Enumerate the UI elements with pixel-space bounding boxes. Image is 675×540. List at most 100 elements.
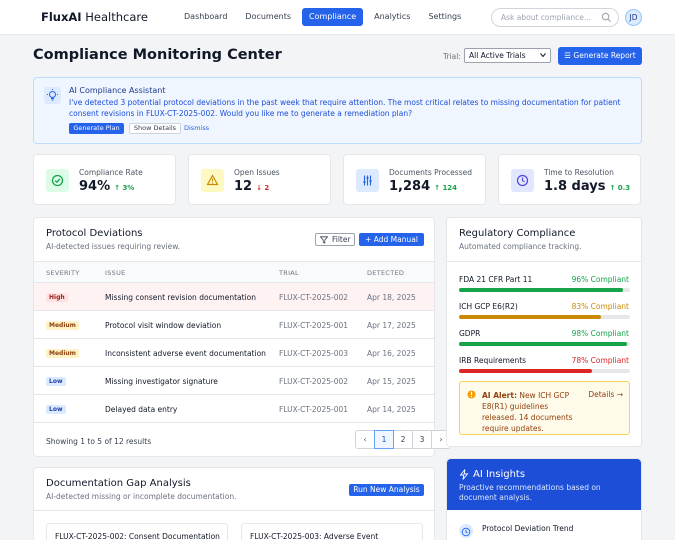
insights-title: AI Insights bbox=[473, 469, 526, 480]
regulation-name: FDA 21 CFR Part 11 bbox=[459, 275, 533, 284]
trial-cell: FLUX-CT-2025-003 bbox=[279, 349, 349, 358]
lightbulb-icon bbox=[44, 87, 61, 104]
severity-badge: High bbox=[46, 293, 68, 302]
page-button-2[interactable]: 2 bbox=[393, 430, 413, 449]
regulation-name: ICH GCP E6(R2) bbox=[459, 302, 518, 311]
divider bbox=[447, 261, 641, 262]
dismiss-link[interactable]: Dismiss bbox=[184, 124, 209, 132]
insight-title[interactable]: Protocol Deviation Trend bbox=[482, 524, 573, 533]
trial-select[interactable]: All Active Trials bbox=[464, 48, 551, 63]
nav-dashboard[interactable]: Dashboard bbox=[177, 8, 234, 26]
stat-value: 94% ↑ 3% bbox=[79, 179, 135, 194]
page-button-3[interactable]: 3 bbox=[412, 430, 432, 449]
detected-cell: Apr 15, 2025 bbox=[367, 377, 416, 386]
previous-page-button[interactable]: ‹ bbox=[355, 430, 375, 449]
panel-title: Protocol Deviations bbox=[46, 228, 143, 239]
insights-subtitle: Proactive recommendations based on docum… bbox=[459, 483, 601, 502]
lightning-icon bbox=[459, 469, 469, 480]
user-avatar[interactable]: JD bbox=[625, 9, 642, 26]
divider bbox=[34, 510, 434, 511]
page-button-1[interactable]: 1 bbox=[374, 430, 394, 449]
alert-details-link[interactable]: Details → bbox=[588, 390, 623, 399]
table-row[interactable]: Medium Protocol visit window deviation F… bbox=[34, 311, 434, 339]
stat-value: 1.8 days ↑ 0.3 bbox=[544, 179, 631, 194]
chevron-down-icon bbox=[540, 53, 546, 58]
table-row[interactable]: Low Missing investigator signature FLUX-… bbox=[34, 367, 434, 395]
progress-fill bbox=[459, 288, 624, 292]
search-input[interactable]: Ask about compliance... bbox=[491, 8, 619, 27]
page-title: Compliance Monitoring Center bbox=[33, 47, 282, 63]
alert-text: AI Alert: New ICH GCP E8(R1) guidelines … bbox=[482, 391, 573, 433]
trial-cell: FLUX-CT-2025-002 bbox=[279, 377, 349, 386]
column-trial[interactable]: TRIAL bbox=[279, 269, 299, 277]
chevron-left-icon: ‹ bbox=[363, 435, 367, 444]
stat-card-documents-processed: Documents Processed 1,284 ↑ 124 bbox=[343, 154, 486, 205]
trial-cell: FLUX-CT-2025-002 bbox=[279, 293, 349, 302]
warning-icon bbox=[201, 169, 224, 192]
pagination-summary: Showing 1 to 5 of 12 results bbox=[46, 437, 152, 446]
stat-label: Time to Resolution bbox=[544, 168, 614, 177]
filter-button[interactable]: Filter bbox=[315, 233, 355, 246]
regulation-status: 96% Compliant bbox=[571, 275, 629, 284]
panel-subtitle: Automated compliance tracking. bbox=[459, 242, 582, 251]
stat-label: Documents Processed bbox=[389, 168, 472, 177]
issue-cell: Inconsistent adverse event documentation bbox=[105, 349, 266, 358]
generate-plan-button[interactable]: Generate Plan bbox=[69, 123, 124, 134]
detected-cell: Apr 14, 2025 bbox=[367, 405, 416, 414]
stat-delta: ↑ 0.3 bbox=[609, 184, 631, 192]
stat-card-open-issues: Open Issues 12 ↓ 2 bbox=[188, 154, 331, 205]
stat-delta: ↓ 2 bbox=[256, 184, 270, 192]
trial-cell: FLUX-CT-2025-001 bbox=[279, 321, 349, 330]
table-row[interactable]: Medium Inconsistent adverse event docume… bbox=[34, 339, 434, 367]
stat-value: 1,284 ↑ 124 bbox=[389, 179, 458, 194]
table-row[interactable]: High Missing consent revision documentat… bbox=[34, 283, 434, 311]
table-row[interactable]: Low Delayed data entry FLUX-CT-2025-001 … bbox=[34, 395, 434, 423]
stat-delta: ↑ 3% bbox=[114, 184, 135, 192]
progress-fill bbox=[459, 369, 593, 373]
issue-cell: Protocol visit window deviation bbox=[105, 321, 222, 330]
check-circle-icon bbox=[46, 169, 69, 192]
regulatory-compliance-panel: Regulatory Compliance Automated complian… bbox=[446, 217, 642, 447]
search-icon[interactable] bbox=[601, 12, 612, 23]
progress-fill bbox=[459, 342, 627, 346]
column-severity[interactable]: SEVERITY bbox=[46, 269, 80, 277]
gap-card-title: FLUX-CT-2025-003: Adverse Event bbox=[250, 532, 379, 540]
column-detected[interactable]: DETECTED bbox=[367, 269, 404, 277]
info-icon bbox=[467, 390, 476, 399]
top-navbar: FluxAI Healthcare Dashboard Documents Co… bbox=[0, 0, 675, 35]
column-issue[interactable]: ISSUE bbox=[105, 269, 126, 277]
regulation-name: GDPR bbox=[459, 329, 481, 338]
main-nav: Dashboard Documents Compliance Analytics… bbox=[177, 8, 468, 26]
generate-report-button[interactable]: ☰ Generate Report bbox=[558, 47, 642, 65]
brand-logo[interactable]: FluxAI Healthcare bbox=[41, 10, 148, 24]
nav-compliance[interactable]: Compliance bbox=[302, 8, 364, 26]
documentation-gap-panel: Documentation Gap Analysis AI-detected m… bbox=[33, 467, 435, 540]
show-details-button[interactable]: Show Details bbox=[129, 123, 181, 134]
progress-bar bbox=[459, 288, 630, 292]
clock-icon bbox=[511, 169, 534, 192]
trial-filter-label: Trial: bbox=[443, 52, 461, 61]
gap-card[interactable]: FLUX-CT-2025-002: Consent Documentation bbox=[46, 523, 228, 540]
progress-bar bbox=[459, 315, 630, 319]
ai-alert: AI Alert: New ICH GCP E8(R1) guidelines … bbox=[459, 381, 630, 435]
regulation-status: 78% Compliant bbox=[571, 356, 629, 365]
nav-settings[interactable]: Settings bbox=[421, 8, 468, 26]
pagination: ‹ 1 2 3 › bbox=[355, 430, 451, 449]
regulation-status: 98% Compliant bbox=[571, 329, 629, 338]
regulation-name: IRB Requirements bbox=[459, 356, 527, 365]
stat-card-time-to-resolution: Time to Resolution 1.8 days ↑ 0.3 bbox=[498, 154, 641, 205]
nav-documents[interactable]: Documents bbox=[238, 8, 298, 26]
run-analysis-button[interactable]: Run New Analysis bbox=[349, 484, 424, 496]
assistant-message: I've detected 3 potential protocol devia… bbox=[69, 98, 621, 118]
filter-icon bbox=[320, 236, 328, 244]
stat-delta: ↑ 124 bbox=[434, 184, 458, 192]
clock-icon bbox=[459, 524, 473, 538]
trial-cell: FLUX-CT-2025-001 bbox=[279, 405, 349, 414]
gap-card[interactable]: FLUX-CT-2025-003: Adverse Event bbox=[241, 523, 423, 540]
add-manual-button[interactable]: + Add Manual bbox=[359, 233, 424, 246]
gap-card-title: FLUX-CT-2025-002: Consent Documentation bbox=[55, 532, 220, 540]
chevron-right-icon: › bbox=[439, 435, 443, 444]
stat-label: Open Issues bbox=[234, 168, 280, 177]
arrow-up-icon: ↑ bbox=[609, 184, 618, 192]
nav-analytics[interactable]: Analytics bbox=[367, 8, 417, 26]
